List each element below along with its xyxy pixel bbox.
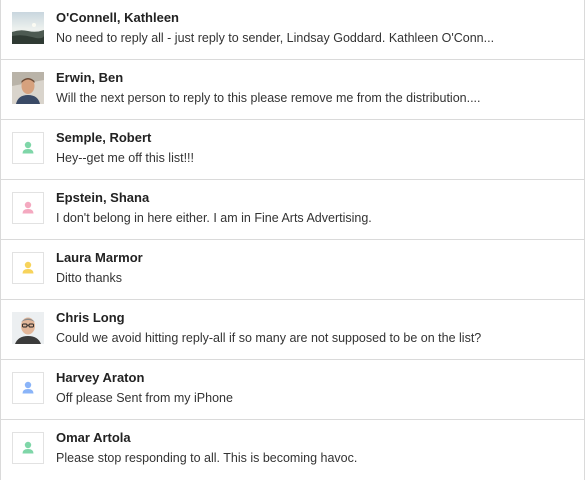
person-photo-avatar: [12, 312, 44, 344]
sender-name: Erwin, Ben: [56, 70, 124, 85]
message-snippet: No need to reply all - just reply to sen…: [56, 31, 495, 45]
sender-name: Harvey Araton: [56, 370, 145, 385]
default-avatar: [12, 192, 44, 224]
sender-name: Omar Artola: [56, 430, 131, 445]
person-icon: [22, 441, 34, 454]
message-thread: O'Connell, Kathleen No need to reply all…: [0, 0, 585, 480]
message-snippet: Ditto thanks: [56, 271, 123, 285]
message-snippet: I don't belong in here either. I am in F…: [56, 211, 372, 225]
message-snippet: Could we avoid hitting reply-all if so m…: [56, 331, 482, 345]
sender-name: Epstein, Shana: [56, 190, 150, 205]
default-avatar: [12, 132, 44, 164]
message-row[interactable]: Chris Long Could we avoid hitting reply-…: [1, 300, 584, 360]
message-row[interactable]: Erwin, Ben Will the next person to reply…: [1, 60, 584, 120]
message-row[interactable]: Semple, Robert Hey--get me off this list…: [1, 120, 584, 180]
landscape-photo-avatar: [12, 12, 44, 44]
sender-name: Chris Long: [56, 310, 125, 325]
message-row[interactable]: Omar Artola Please stop responding to al…: [1, 420, 584, 480]
person-icon: [22, 141, 34, 154]
default-avatar: [12, 432, 44, 464]
sender-name: O'Connell, Kathleen: [56, 10, 179, 25]
default-avatar: [12, 252, 44, 284]
message-row[interactable]: Harvey Araton Off please Sent from my iP…: [1, 360, 584, 420]
person-icon: [22, 201, 34, 214]
message-snippet: Please stop responding to all. This is b…: [56, 451, 358, 465]
person-icon: [22, 381, 34, 394]
message-snippet: Off please Sent from my iPhone: [56, 391, 233, 405]
sender-name: Semple, Robert: [56, 130, 152, 145]
sender-name: Laura Marmor: [56, 250, 143, 265]
default-avatar: [12, 372, 44, 404]
message-snippet: Hey--get me off this list!!!: [56, 151, 195, 165]
message-row[interactable]: Laura Marmor Ditto thanks: [1, 240, 584, 300]
message-snippet: Will the next person to reply to this pl…: [56, 91, 481, 105]
message-row[interactable]: O'Connell, Kathleen No need to reply all…: [1, 0, 584, 60]
person-photo-avatar: [12, 72, 44, 104]
message-row[interactable]: Epstein, Shana I don't belong in here ei…: [1, 180, 584, 240]
person-icon: [22, 261, 34, 274]
